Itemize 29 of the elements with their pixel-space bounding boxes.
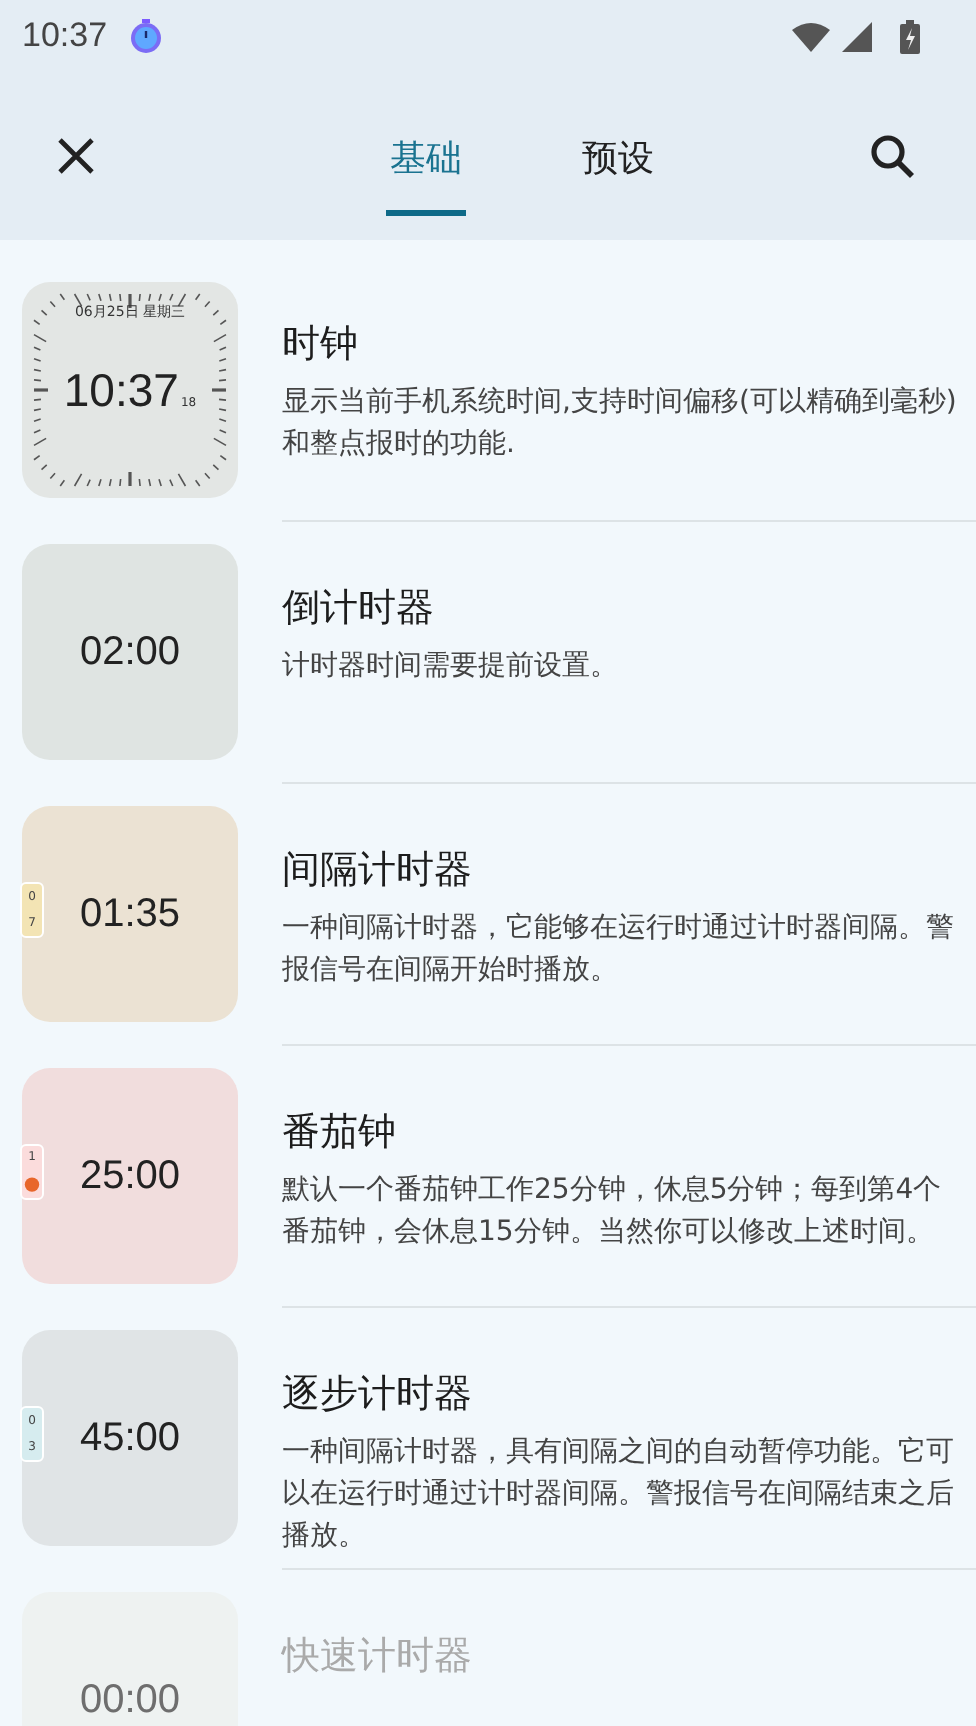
timer-display: 45:00 (79, 1418, 181, 1458)
close-icon[interactable] (56, 136, 96, 176)
search-icon[interactable] (868, 132, 916, 180)
timer-display: 10:37 (63, 367, 179, 413)
timer-description: 计时器时间需要提前设置。 (282, 648, 620, 686)
tab[interactable]: 基础 (386, 97, 466, 215)
tomato-icon (24, 1176, 40, 1192)
timer-title: 间隔计时器 (282, 846, 474, 896)
stopwatch-icon (127, 18, 164, 54)
timer-description: 默认一个番茄钟工作25分钟，休息5分钟；每到第4个番茄钟，会休息15分钟。当然你可以修改上述时间。 (282, 1172, 944, 1252)
timer-description: 显示当前手机系统时间,支持时间偏移(可以精确到毫秒)和整点报时的功能. (282, 384, 959, 464)
timer-display: 25:00 (79, 1156, 181, 1196)
timer-title: 番茄钟 (282, 1108, 398, 1158)
timer-display: 00:00 (79, 1680, 181, 1720)
timer-display: 01:35 (79, 894, 181, 934)
timer-title: 时钟 (282, 320, 360, 370)
timer-list-item[interactable]: 02:00 倒计时器 计时器时间需要提前设置。 (0, 520, 976, 782)
tab[interactable]: 预设 (578, 97, 658, 215)
battery-icon (900, 19, 920, 53)
timer-list-item[interactable]: 00:00 快速计时器 (0, 1568, 976, 1726)
signal-icon (842, 21, 872, 51)
wifi-icon (792, 21, 830, 51)
timer-title: 倒计时器 (282, 584, 436, 634)
timer-title: 逐步计时器 (282, 1370, 474, 1420)
timer-description: 一种间隔计时器，它能够在运行时通过计时器间隔。警报信号在间隔开始时播放。 (282, 910, 956, 990)
timer-title: 快速计时器 (282, 1632, 474, 1682)
timer-display: 02:00 (79, 632, 181, 672)
status-time: 10:37 (22, 16, 108, 56)
timer-description: 一种间隔计时器，具有间隔之间的自动暂停功能。它可以在运行时通过计时器间隔。警报信号在间隔结束之后播放。 (282, 1434, 956, 1556)
